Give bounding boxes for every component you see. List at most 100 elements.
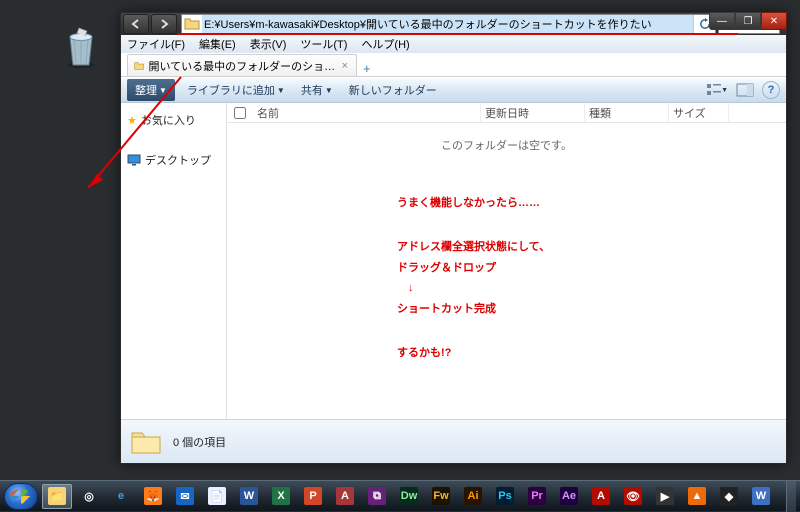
illustrator-icon: Ai [464, 487, 482, 505]
tab-current[interactable]: 開いている最中のフォルダーのショートカットを作りたい × [127, 54, 357, 76]
ie-icon: e [112, 487, 130, 505]
photoshop-icon: Ps [496, 487, 514, 505]
excel-icon: X [272, 487, 290, 505]
menu-file[interactable]: ファイル(F) [127, 36, 185, 52]
annotation-text: うまく機能しなかったら…… アドレス欄全選択状態にして、 ドラッグ＆ドロップ ↓… [397, 193, 550, 364]
star-icon: ★ [127, 114, 137, 127]
taskbar-item-photoshop[interactable]: Ps [490, 484, 520, 509]
taskbar-item-chrome[interactable]: ◎ [74, 484, 104, 509]
premiere-icon: Pr [528, 487, 546, 505]
col-date[interactable]: 更新日時 [481, 103, 585, 122]
close-button[interactable]: ✕ [761, 12, 787, 30]
reader-icon: 👁 [624, 487, 642, 505]
status-bar: 0 個の項目 [121, 419, 786, 463]
help-button[interactable]: ? [762, 81, 780, 99]
taskbar-item-inkscape[interactable]: ◆ [714, 484, 744, 509]
dreamweaver-icon: Dw [400, 487, 418, 505]
recycle-bin[interactable] [57, 23, 105, 71]
include-library-button[interactable]: ライブラリに追加▼ [183, 80, 289, 100]
organize-button[interactable]: 整理▼ [127, 79, 175, 101]
menu-tool[interactable]: ツール(T) [300, 36, 347, 52]
start-button[interactable] [4, 483, 38, 510]
aftereffects-icon: Ae [560, 487, 578, 505]
taskbar-item-access[interactable]: A [330, 484, 360, 509]
taskbar-item-acrobat[interactable]: A [586, 484, 616, 509]
show-desktop-button[interactable] [786, 481, 796, 512]
powerpoint-icon: P [304, 487, 322, 505]
taskbar-item-premiere[interactable]: Pr [522, 484, 552, 509]
taskbar-item-powerpoint[interactable]: P [298, 484, 328, 509]
column-header: 名前 更新日時 種類 サイズ [227, 103, 786, 123]
chevron-down-icon: ▼ [721, 87, 728, 94]
acrobat-icon: A [592, 487, 610, 505]
col-name[interactable]: 名前 [253, 103, 481, 122]
menu-help[interactable]: ヘルプ(H) [361, 36, 409, 52]
nav-forward-button[interactable] [151, 14, 177, 34]
share-button[interactable]: 共有▼ [297, 80, 337, 100]
taskbar-item-notepad[interactable]: 📄 [202, 484, 232, 509]
taskbar-item-thunderbird[interactable]: ✉ [170, 484, 200, 509]
tab-add-button[interactable]: + [357, 61, 377, 76]
sidebar-favorites[interactable]: ★ お気に入り [121, 109, 226, 131]
taskbar-item-ie[interactable]: e [106, 484, 136, 509]
taskbar: 📁◎e🦊✉📄WXPA⧉DwFwAiPsPrAeA👁▶▲◆W [0, 480, 800, 511]
pane-icon [736, 83, 754, 97]
vlc-icon: ▲ [688, 487, 706, 505]
taskbar-item-illustrator[interactable]: Ai [458, 484, 488, 509]
view-icon [706, 83, 721, 97]
visualstudio-icon: ⧉ [368, 487, 386, 505]
taskbar-item-visualstudio[interactable]: ⧉ [362, 484, 392, 509]
word-icon: W [240, 487, 258, 505]
menu-view[interactable]: 表示(V) [250, 36, 287, 52]
col-size[interactable]: サイズ [669, 103, 729, 122]
taskbar-item-explorer[interactable]: 📁 [42, 484, 72, 509]
taskbar-item-excel[interactable]: X [266, 484, 296, 509]
new-folder-button[interactable]: 新しいフォルダー [345, 80, 441, 100]
maximize-button[interactable]: ❐ [735, 12, 761, 30]
video-icon: ▶ [656, 487, 674, 505]
access-icon: A [336, 487, 354, 505]
chrome-icon: ◎ [80, 487, 98, 505]
firefox-icon: 🦊 [144, 487, 162, 505]
desktop-icon [127, 154, 141, 166]
taskbar-item-reader[interactable]: 👁 [618, 484, 648, 509]
menu-edit[interactable]: 編集(E) [199, 36, 236, 52]
arrow-right-icon [158, 18, 170, 30]
inkscape-icon: ◆ [720, 487, 738, 505]
address-text[interactable]: E:¥Users¥m-kawasaki¥Desktop¥開いている最中のフォルダ… [202, 15, 693, 33]
minimize-button[interactable]: — [709, 12, 735, 30]
taskbar-item-aftereffects[interactable]: Ae [554, 484, 584, 509]
folder-icon [184, 16, 200, 32]
chevron-down-icon: ▼ [325, 86, 333, 95]
view-options-button[interactable]: ▼ [706, 81, 728, 99]
taskbar-item-word[interactable]: W [234, 484, 264, 509]
nav-back-button[interactable] [123, 14, 149, 34]
annotation-underline [178, 33, 738, 35]
taskbar-item-firefox[interactable]: 🦊 [138, 484, 168, 509]
file-list[interactable]: 名前 更新日時 種類 サイズ このフォルダーは空です。 うまく機能しなかったら…… [227, 103, 786, 419]
address-bar[interactable]: E:¥Users¥m-kawasaki¥Desktop¥開いている最中のフォルダ… [181, 14, 716, 34]
thunderbird-icon: ✉ [176, 487, 194, 505]
tab-row: 開いている最中のフォルダーのショートカットを作りたい × + [121, 53, 786, 77]
folder-icon [134, 59, 144, 73]
preview-pane-button[interactable] [734, 81, 756, 99]
menubar: ファイル(F) 編集(E) 表示(V) ツール(T) ヘルプ(H) [121, 35, 786, 53]
taskbar-item-fireworks[interactable]: Fw [426, 484, 456, 509]
explorer-icon: 📁 [48, 487, 66, 505]
taskbar-item-dreamweaver[interactable]: Dw [394, 484, 424, 509]
navigation-pane: ★ お気に入り デスクトップ [121, 103, 227, 419]
taskbar-item-word2[interactable]: W [746, 484, 776, 509]
taskbar-item-video[interactable]: ▶ [650, 484, 680, 509]
status-text: 0 個の項目 [173, 434, 226, 450]
folder-icon [129, 425, 163, 459]
notepad-icon: 📄 [208, 487, 226, 505]
toolbar: 整理▼ ライブラリに追加▼ 共有▼ 新しいフォルダー ▼ ? [121, 77, 786, 103]
empty-folder-message: このフォルダーは空です。 [227, 123, 786, 153]
col-kind[interactable]: 種類 [585, 103, 669, 122]
sidebar-desktop[interactable]: デスクトップ [121, 149, 226, 171]
titlebar[interactable]: E:¥Users¥m-kawasaki¥Desktop¥開いている最中のフォルダ… [121, 13, 786, 35]
select-all-checkbox[interactable] [234, 107, 246, 119]
taskbar-item-vlc[interactable]: ▲ [682, 484, 712, 509]
explorer-window: — ❐ ✕ E:¥Users¥m-kawasaki¥Desktop¥開いている最… [120, 12, 787, 464]
tab-close-button[interactable]: × [340, 60, 350, 72]
